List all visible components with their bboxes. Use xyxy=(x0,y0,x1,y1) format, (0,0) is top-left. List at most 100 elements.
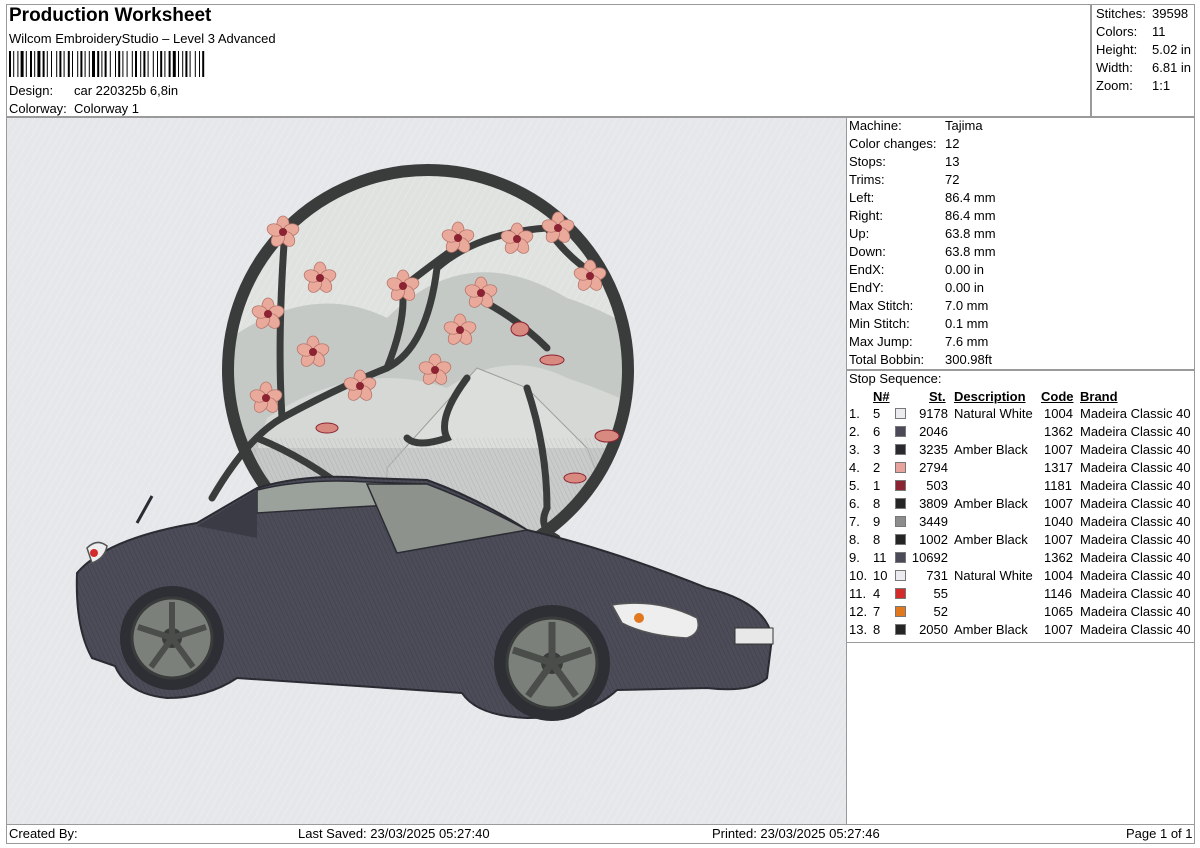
machine-value: 13 xyxy=(945,154,960,169)
stop-stitches: 2050 xyxy=(919,622,948,637)
col-header-description: Description xyxy=(954,389,1026,404)
stat-label: Stitches: xyxy=(1096,6,1146,21)
machine-value: 300.98ft xyxy=(945,352,992,367)
design-value: car 220325b 6,8in xyxy=(74,83,179,98)
stop-stitches: 10692 xyxy=(911,550,948,565)
col-header-st: St. xyxy=(929,389,946,404)
stop-stitches: 52 xyxy=(933,604,948,619)
machine-label: Machine: xyxy=(849,118,902,133)
stop-stitches: 55 xyxy=(933,586,948,601)
stop-code: 1317 xyxy=(1044,460,1073,475)
machine-value: 63.8 mm xyxy=(945,244,996,259)
stop-brand: Madeira Classic 40 xyxy=(1080,442,1191,457)
stop-index: 9. xyxy=(849,550,860,565)
machine-label: Stops: xyxy=(849,154,886,169)
stop-brand: Madeira Classic 40 xyxy=(1080,424,1191,439)
barcode xyxy=(9,51,205,77)
machine-label: Trims: xyxy=(849,172,885,187)
stop-description: Amber Black xyxy=(954,496,1028,511)
stop-index: 5. xyxy=(849,478,860,493)
stop-stitches: 3235 xyxy=(919,442,948,457)
stop-index: 8. xyxy=(849,532,860,547)
stop-stitches: 503 xyxy=(926,478,948,493)
stop-needle: 7 xyxy=(873,604,881,619)
stop-brand: Madeira Classic 40 xyxy=(1080,532,1191,547)
stop-brand: Madeira Classic 40 xyxy=(1080,604,1191,619)
stop-needle: 10 xyxy=(873,568,888,583)
machine-value: 0.00 in xyxy=(945,262,985,277)
stat-value: 39598 xyxy=(1152,6,1189,21)
machine-label: Right: xyxy=(849,208,883,223)
stop-needle: 5 xyxy=(873,406,881,421)
last-saved: Last Saved: 23/03/2025 05:27:40 xyxy=(298,826,490,841)
stop-code: 1040 xyxy=(1044,514,1073,529)
page-title: Production Worksheet xyxy=(9,5,212,26)
stat-label: Colors: xyxy=(1096,24,1138,39)
stop-code: 1007 xyxy=(1044,622,1073,637)
stop-needle: 2 xyxy=(873,460,881,475)
machine-label: Down: xyxy=(849,244,886,259)
stop-description: Natural White xyxy=(954,568,1033,583)
stop-code: 1181 xyxy=(1044,478,1072,493)
stop-description: Amber Black xyxy=(954,532,1028,547)
stop-brand: Madeira Classic 40 xyxy=(1080,622,1191,637)
stat-label: Height: xyxy=(1096,42,1138,57)
stop-brand: Madeira Classic 40 xyxy=(1080,586,1191,601)
stop-code: 1004 xyxy=(1044,568,1073,583)
stop-needle: 8 xyxy=(873,532,881,547)
stop-stitches: 1002 xyxy=(919,532,948,547)
stop-stitches: 9178 xyxy=(919,406,948,421)
embroidery-preview-image xyxy=(7,118,846,824)
machine-label: EndY: xyxy=(849,280,884,295)
stop-brand: Madeira Classic 40 xyxy=(1080,568,1191,583)
stop-brand: Madeira Classic 40 xyxy=(1080,496,1191,511)
stop-stitches: 2794 xyxy=(919,460,948,475)
machine-value: 86.4 mm xyxy=(945,190,996,205)
machine-label: EndX: xyxy=(849,262,885,277)
stop-needle: 4 xyxy=(873,586,881,601)
software-subtitle: Wilcom EmbroideryStudio – Level 3 Advanc… xyxy=(9,31,276,46)
machine-label: Color changes: xyxy=(849,136,937,151)
stop-description: Amber Black xyxy=(954,622,1028,637)
stop-code: 1007 xyxy=(1044,442,1073,457)
col-header-code: Code xyxy=(1041,389,1074,404)
colorway-value: Colorway 1 xyxy=(74,101,140,116)
stop-index: 2. xyxy=(849,424,860,439)
stop-brand: Madeira Classic 40 xyxy=(1080,406,1191,421)
stop-index: 7. xyxy=(849,514,860,529)
stop-code: 1362 xyxy=(1044,550,1073,565)
machine-label: Total Bobbin: xyxy=(849,352,925,367)
col-header-n: N# xyxy=(873,389,890,404)
printed-date: Printed: 23/03/2025 05:27:46 xyxy=(712,826,880,841)
stop-index: 13. xyxy=(849,622,868,637)
stop-code: 1362 xyxy=(1044,424,1073,439)
stop-description: Amber Black xyxy=(954,442,1028,457)
machine-value: 0.00 in xyxy=(945,280,985,295)
stop-sequence-title: Stop Sequence: xyxy=(849,371,942,386)
colorway-label: Colorway: xyxy=(9,101,67,116)
col-header-brand: Brand xyxy=(1080,389,1118,404)
stat-label: Zoom: xyxy=(1096,78,1133,93)
stop-brand: Madeira Classic 40 xyxy=(1080,478,1191,493)
stat-value: 5.02 in xyxy=(1152,42,1192,57)
stop-needle: 1 xyxy=(873,478,881,493)
stop-stitches: 731 xyxy=(926,568,948,583)
machine-label: Up: xyxy=(849,226,870,241)
notes-panel xyxy=(847,643,1195,825)
stop-code: 1065 xyxy=(1044,604,1073,619)
footer-bar xyxy=(6,825,1195,844)
machine-value: 0.1 mm xyxy=(945,316,989,331)
machine-label: Max Stitch: xyxy=(849,298,914,313)
stop-brand: Madeira Classic 40 xyxy=(1080,514,1191,529)
stat-value: 6.81 in xyxy=(1152,60,1192,75)
stop-needle: 11 xyxy=(873,550,887,565)
machine-value: Tajima xyxy=(945,118,983,133)
stat-value: 1:1 xyxy=(1152,78,1171,93)
stop-index: 4. xyxy=(849,460,860,475)
stop-needle: 6 xyxy=(873,424,881,439)
design-preview xyxy=(6,117,847,825)
stat-label: Width: xyxy=(1096,60,1133,75)
machine-label: Max Jump: xyxy=(849,334,913,349)
stop-description: Natural White xyxy=(954,406,1033,421)
stop-index: 11. xyxy=(849,586,867,601)
